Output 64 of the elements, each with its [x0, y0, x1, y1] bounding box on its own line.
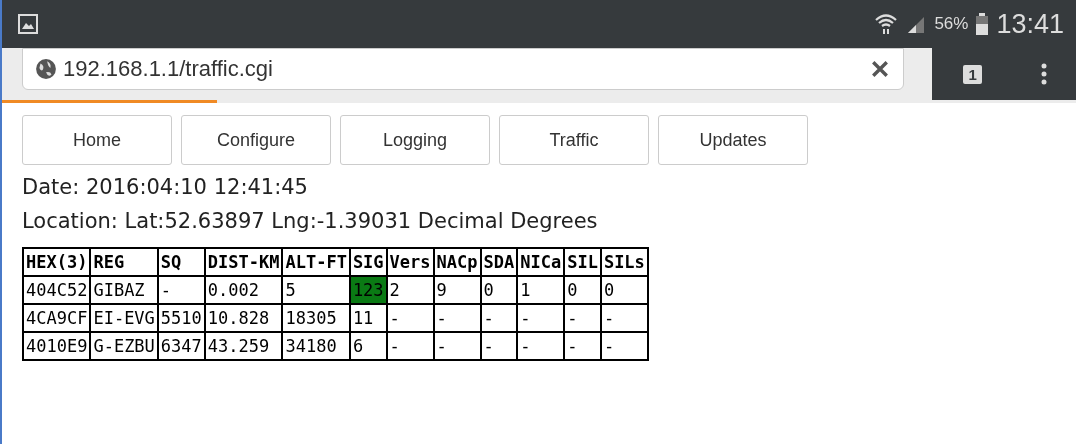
wifi-icon: [874, 13, 899, 35]
table-cell: 0.002: [204, 276, 283, 304]
table-cell: -: [564, 304, 601, 332]
battery-percent: 56%: [934, 14, 969, 34]
globe-icon: [35, 58, 57, 80]
table-cell: -: [433, 332, 481, 360]
column-header: Vers: [386, 248, 434, 276]
url-text: 192.168.1.1/traffic.cgi: [63, 56, 274, 82]
table-cell: 2: [386, 276, 434, 304]
column-header: ALT-FT: [282, 248, 350, 276]
column-header: DIST-KM: [204, 248, 283, 276]
nav-button[interactable]: Logging: [340, 115, 490, 165]
table-cell: 1: [517, 276, 565, 304]
column-header: SDA: [480, 248, 518, 276]
table-cell: -: [433, 304, 481, 332]
column-header: NACp: [433, 248, 481, 276]
table-cell: 404C52: [23, 276, 91, 304]
column-header: HEX(3): [23, 248, 91, 276]
table-cell: 0: [564, 276, 601, 304]
table-cell: G-EZBU: [90, 332, 158, 360]
clock-time: 13:41: [996, 8, 1064, 40]
close-icon[interactable]: [871, 60, 889, 78]
nav-button[interactable]: Traffic: [499, 115, 649, 165]
column-header: SILs: [600, 248, 648, 276]
date-text: Date: 2016:04:10 12:41:45: [22, 175, 309, 199]
table-cell: 43.259: [204, 332, 283, 360]
table-cell: -: [480, 332, 518, 360]
table-cell: 5510: [157, 304, 205, 332]
table-cell: -: [564, 332, 601, 360]
table-cell: -: [600, 332, 648, 360]
table-cell: EI-EVG: [90, 304, 158, 332]
table-cell: -: [386, 304, 434, 332]
table-cell: -: [386, 332, 434, 360]
table-cell: 6347: [157, 332, 205, 360]
nav-button[interactable]: Home: [22, 115, 172, 165]
table-cell: 34180: [282, 332, 350, 360]
table-cell: 6: [349, 332, 387, 360]
table-cell: 4010E9: [23, 332, 91, 360]
tab-count-button[interactable]: 1: [963, 64, 982, 84]
nav-button[interactable]: Updates: [658, 115, 808, 165]
table-cell: -: [600, 304, 648, 332]
location-text: Location: Lat:52.63897 Lng:-1.39031 Decimal Degrees: [22, 209, 599, 233]
table-cell: -: [517, 304, 565, 332]
image-icon: [18, 14, 38, 34]
table-cell: 18305: [282, 304, 350, 332]
table-cell: 11: [349, 304, 387, 332]
table-cell: 10.828: [204, 304, 283, 332]
table-cell: -: [480, 304, 518, 332]
nav-button[interactable]: Configure: [181, 115, 331, 165]
battery-icon: [976, 13, 989, 35]
menu-icon[interactable]: [1040, 63, 1047, 85]
table-cell: 0: [600, 276, 648, 304]
column-header: NICa: [517, 248, 565, 276]
column-header: SIL: [564, 248, 601, 276]
table-cell: 5: [282, 276, 350, 304]
table-cell: 0: [480, 276, 518, 304]
table-cell: -: [517, 332, 565, 360]
table-cell: 4CA9CF: [23, 304, 91, 332]
column-header: SQ: [157, 248, 205, 276]
table-cell: 9: [433, 276, 481, 304]
address-bar[interactable]: 192.168.1.1/traffic.cgi: [22, 48, 904, 90]
table-cell: -: [157, 276, 205, 304]
table-cell: GIBAZ: [90, 276, 158, 304]
column-header: REG: [90, 248, 158, 276]
